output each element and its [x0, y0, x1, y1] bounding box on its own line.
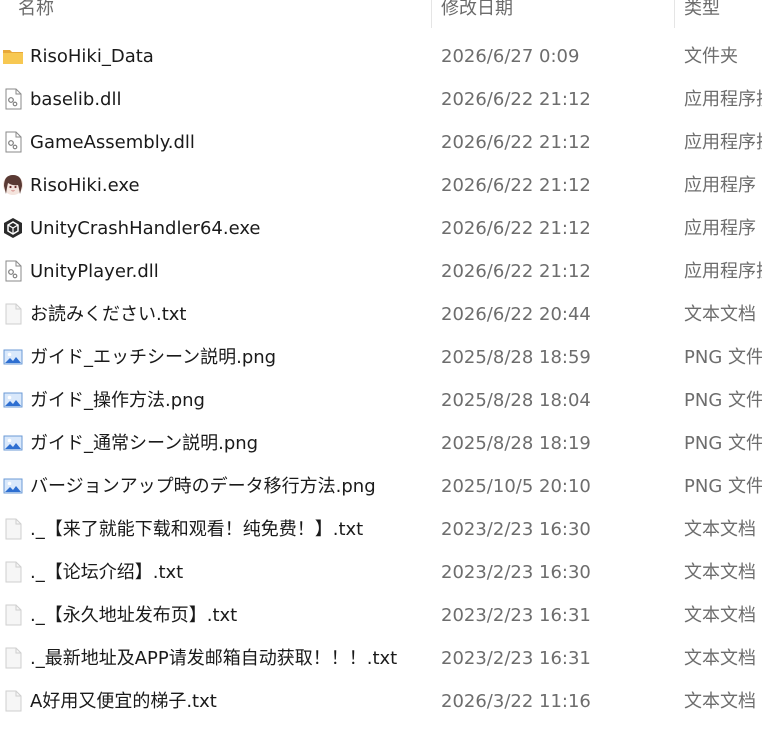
- file-row[interactable]: お読みください.txt 2026/6/22 20:44 文本文档: [0, 293, 762, 336]
- file-name[interactable]: A好用又便宜的梯子.txt: [30, 680, 217, 723]
- column-divider[interactable]: [674, 0, 675, 28]
- text-file-icon: [2, 647, 24, 669]
- file-date: 2023/2/23 16:30: [441, 562, 591, 583]
- image-file-icon: [2, 389, 24, 411]
- folder-icon: [2, 45, 24, 67]
- file-date: 2026/6/22 21:12: [441, 89, 591, 110]
- file-row[interactable]: UnityPlayer.dll 2026/6/22 21:12 应用程序扩: [0, 250, 762, 293]
- text-file-icon: [2, 690, 24, 712]
- file-date: 2023/2/23 16:30: [441, 519, 591, 540]
- file-type: 应用程序扩: [684, 132, 762, 153]
- text-file-icon: [2, 561, 24, 583]
- file-list: RisoHiki_Data 2026/6/27 0:09 文件夹 baselib.dl…: [0, 35, 762, 723]
- file-name[interactable]: baselib.dll: [30, 78, 122, 121]
- file-name[interactable]: RisoHiki_Data: [30, 35, 154, 78]
- file-type: 应用程序: [684, 218, 756, 239]
- file-name[interactable]: UnityCrashHandler64.exe: [30, 207, 261, 250]
- file-type: 文本文档: [684, 562, 756, 583]
- file-type: 文件夹: [684, 46, 738, 67]
- file-type: PNG 文件: [684, 390, 762, 411]
- file-row[interactable]: ._最新地址及APP请发邮箱自动获取！！！.txt 2023/2/23 16:31…: [0, 637, 762, 680]
- file-date: 2026/6/22 21:12: [441, 132, 591, 153]
- file-type: 文本文档: [684, 519, 756, 540]
- file-type: 文本文档: [684, 648, 756, 669]
- file-name[interactable]: GameAssembly.dll: [30, 121, 195, 164]
- file-name[interactable]: RisoHiki.exe: [30, 164, 140, 207]
- file-name[interactable]: ガイド_通常シーン説明.png: [30, 422, 258, 465]
- file-date: 2023/2/23 16:31: [441, 605, 591, 626]
- file-type: PNG 文件: [684, 433, 762, 454]
- text-file-icon: [2, 303, 24, 325]
- file-name[interactable]: ガイド_エッチシーン説明.png: [30, 336, 276, 379]
- file-type: 文本文档: [684, 691, 756, 712]
- file-date: 2025/8/28 18:19: [441, 433, 591, 454]
- file-date: 2023/2/23 16:31: [441, 648, 591, 669]
- file-row[interactable]: UnityCrashHandler64.exe 2026/6/22 21:12 应用…: [0, 207, 762, 250]
- file-name[interactable]: ._【永久地址发布页】.txt: [30, 594, 237, 637]
- dll-file-icon: [2, 131, 24, 153]
- dll-file-icon: [2, 260, 24, 282]
- file-row[interactable]: ガイド_操作方法.png 2025/8/28 18:04 PNG 文件: [0, 379, 762, 422]
- file-row[interactable]: GameAssembly.dll 2026/6/22 21:12 应用程序扩: [0, 121, 762, 164]
- file-date: 2026/6/22 21:12: [441, 175, 591, 196]
- file-date: 2026/6/27 0:09: [441, 46, 580, 67]
- file-type: 应用程序: [684, 175, 756, 196]
- file-type: PNG 文件: [684, 476, 762, 497]
- file-name[interactable]: ._【论坛介绍】.txt: [30, 551, 183, 594]
- file-date: 2026/6/22 21:12: [441, 261, 591, 282]
- file-row[interactable]: baselib.dll 2026/6/22 21:12 应用程序扩: [0, 78, 762, 121]
- file-type: 应用程序扩: [684, 89, 762, 110]
- file-type: 应用程序扩: [684, 261, 762, 282]
- image-file-icon: [2, 346, 24, 368]
- file-row[interactable]: ガイド_エッチシーン説明.png 2025/8/28 18:59 PNG 文件: [0, 336, 762, 379]
- app-character-icon: [2, 174, 24, 196]
- dll-file-icon: [2, 88, 24, 110]
- file-name[interactable]: ._【来了就能下载和观看！纯免费！】.txt: [30, 508, 363, 551]
- image-file-icon: [2, 432, 24, 454]
- file-row[interactable]: バージョンアップ時のデータ移行方法.png 2025/10/5 20:10 PNG …: [0, 465, 762, 508]
- unity-icon: [2, 217, 24, 239]
- column-header-name[interactable]: 名称: [18, 0, 54, 26]
- column-header-date[interactable]: 修改日期: [441, 0, 513, 26]
- file-name[interactable]: UnityPlayer.dll: [30, 250, 159, 293]
- text-file-icon: [2, 604, 24, 626]
- image-file-icon: [2, 475, 24, 497]
- file-type: 文本文档: [684, 304, 756, 325]
- file-date: 2025/8/28 18:59: [441, 347, 591, 368]
- text-file-icon: [2, 518, 24, 540]
- file-row[interactable]: ガイド_通常シーン説明.png 2025/8/28 18:19 PNG 文件: [0, 422, 762, 465]
- file-name[interactable]: お読みください.txt: [30, 293, 187, 336]
- file-date: 2026/6/22 21:12: [441, 218, 591, 239]
- file-name[interactable]: バージョンアップ時のデータ移行方法.png: [30, 465, 376, 508]
- file-name[interactable]: ガイド_操作方法.png: [30, 379, 205, 422]
- file-row[interactable]: ._【论坛介绍】.txt 2023/2/23 16:30 文本文档: [0, 551, 762, 594]
- file-row[interactable]: ._【来了就能下载和观看！纯免费！】.txt 2023/2/23 16:30 文本文…: [0, 508, 762, 551]
- column-header-type[interactable]: 类型: [684, 0, 720, 26]
- file-name[interactable]: ._最新地址及APP请发邮箱自动获取！！！.txt: [30, 637, 397, 680]
- column-divider[interactable]: [431, 0, 432, 28]
- file-type: PNG 文件: [684, 347, 762, 368]
- file-type: 文本文档: [684, 605, 756, 626]
- file-date: 2025/8/28 18:04: [441, 390, 591, 411]
- file-date: 2026/3/22 11:16: [441, 691, 591, 712]
- column-header: 名称 修改日期 类型: [0, 0, 762, 30]
- file-date: 2025/10/5 20:10: [441, 476, 591, 497]
- file-row[interactable]: ._【永久地址发布页】.txt 2023/2/23 16:31 文本文档: [0, 594, 762, 637]
- file-row[interactable]: RisoHiki_Data 2026/6/27 0:09 文件夹: [0, 35, 762, 78]
- file-date: 2026/6/22 20:44: [441, 304, 591, 325]
- file-row[interactable]: RisoHiki.exe 2026/6/22 21:12 应用程序: [0, 164, 762, 207]
- file-row[interactable]: A好用又便宜的梯子.txt 2026/3/22 11:16 文本文档: [0, 680, 762, 723]
